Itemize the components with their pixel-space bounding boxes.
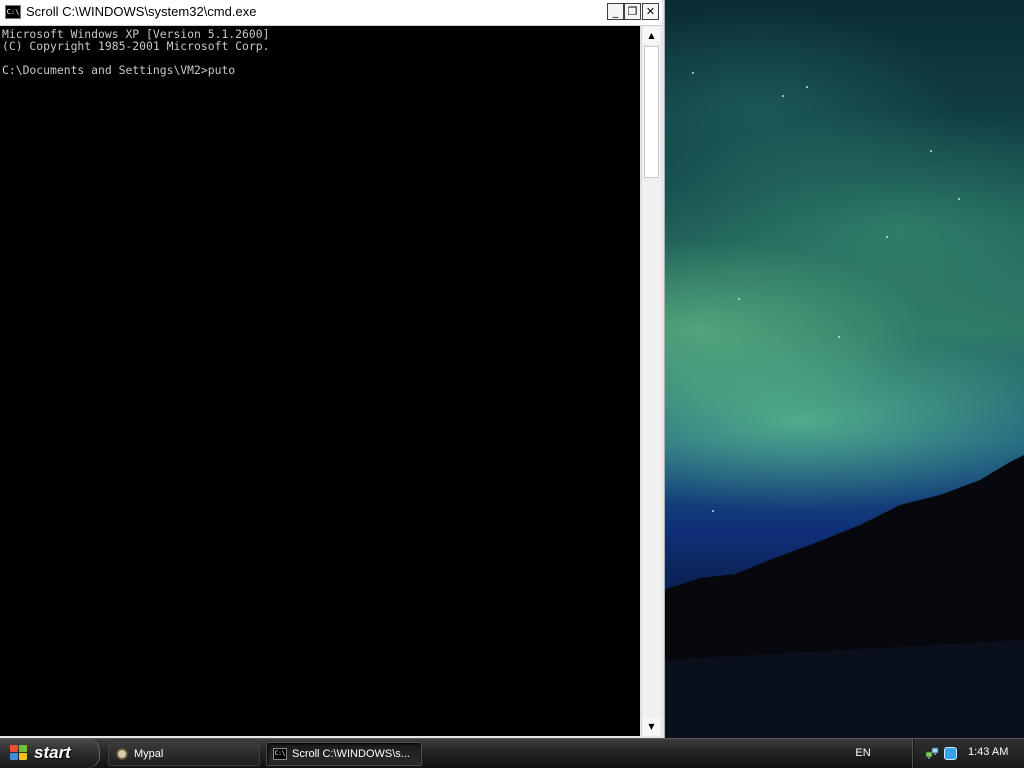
title-bar[interactable]: C:\ Scroll C:\WINDOWS\system32\cmd.exe _… [0, 0, 662, 26]
taskbar-item-cmd[interactable]: C:\ Scroll C:\WINDOWS\s... [266, 742, 422, 766]
cmd-icon: C:\ [273, 748, 287, 760]
cmd-icon[interactable]: C:\ [5, 5, 21, 19]
console-line: (C) Copyright 1985-2001 Microsoft Corp. [2, 39, 270, 53]
taskbar: start Mypal C:\ Scroll C:\WINDOWS\s... E… [0, 738, 1024, 768]
console-prompt-line: C:\Documents and Settings\VM2>puto [2, 63, 236, 77]
mypal-icon [115, 748, 129, 760]
vertical-scrollbar[interactable]: ▲ ▼ [641, 26, 661, 736]
system-tray: 1:43 AM [912, 739, 1024, 768]
cmd-window[interactable]: C:\ Scroll C:\WINDOWS\system32\cmd.exe _… [0, 0, 665, 738]
messenger-icon[interactable] [944, 747, 957, 760]
close-button[interactable]: ✕ [642, 3, 659, 20]
language-indicator[interactable]: EN [852, 745, 874, 761]
restore-button[interactable]: ❐ [624, 3, 641, 20]
console-output[interactable]: Microsoft Windows XP [Version 5.1.2600] … [0, 26, 640, 736]
scrollbar-thumb[interactable] [644, 46, 659, 178]
scroll-down-arrow[interactable]: ▼ [643, 718, 660, 735]
taskbar-item-mypal[interactable]: Mypal [108, 742, 260, 766]
minimize-button[interactable]: _ [607, 3, 624, 20]
window-title: Scroll C:\WINDOWS\system32\cmd.exe [26, 4, 257, 19]
taskbar-item-label: Mypal [134, 748, 164, 760]
clock[interactable]: 1:43 AM [968, 746, 1008, 758]
start-label: start [34, 743, 71, 762]
taskbar-item-label: Scroll C:\WINDOWS\s... [292, 748, 410, 760]
scroll-up-arrow[interactable]: ▲ [643, 27, 660, 44]
windows-flag-icon [10, 745, 28, 761]
network-icon[interactable] [925, 746, 939, 760]
start-button[interactable]: start [0, 739, 100, 768]
